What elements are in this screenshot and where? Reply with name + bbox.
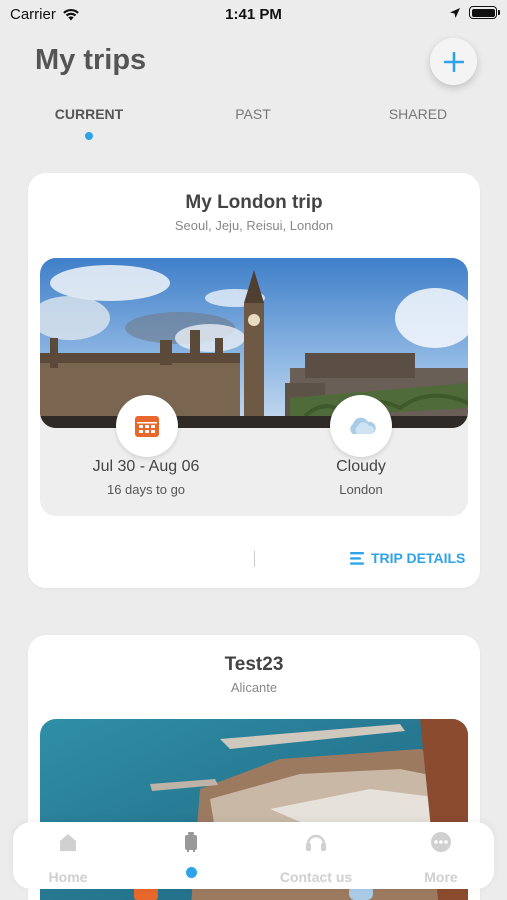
- trip-name: My London trip: [185, 192, 323, 213]
- trip-name: Test23: [224, 654, 284, 675]
- status-right: [449, 6, 500, 19]
- active-tab-indicator: [85, 132, 93, 140]
- clock: 1:41 PM: [225, 6, 282, 23]
- trip-dates: Jul 30 - Aug 06: [92, 458, 200, 475]
- status-bar: Carrier 1:41 PM: [0, 0, 507, 30]
- nav-trips[interactable]: [136, 830, 246, 878]
- weather-badge: [330, 395, 392, 457]
- nav-more[interactable]: More: [386, 830, 496, 885]
- headset-icon: [306, 834, 326, 851]
- bottom-nav: Home Contact us More: [13, 822, 494, 889]
- tab-past[interactable]: PAST: [193, 106, 313, 122]
- weather-location: London: [339, 482, 383, 497]
- london-skyline-photo: [40, 258, 468, 428]
- list-icon: [350, 551, 364, 565]
- trip-places: Seoul, Jeju, Reisui, London: [174, 218, 334, 233]
- nav-contact[interactable]: Contact us: [261, 830, 371, 885]
- trip-details-button[interactable]: TRIP DETAILS: [350, 550, 465, 566]
- nav-home-label: Home: [48, 869, 88, 885]
- card-divider: [254, 551, 255, 567]
- calendar-icon: [135, 416, 159, 437]
- trip-countdown: 16 days to go: [106, 482, 186, 497]
- location-arrow-icon: [450, 7, 460, 18]
- trip-tabs: CURRENT PAST SHARED: [0, 106, 507, 146]
- tab-shared[interactable]: SHARED: [358, 106, 478, 122]
- trip-places: Alicante: [230, 680, 278, 695]
- tab-current[interactable]: CURRENT: [29, 106, 149, 122]
- plus-icon: [443, 51, 464, 72]
- nav-contact-label: Contact us: [279, 869, 353, 885]
- trip-details-label: TRIP DETAILS: [371, 550, 466, 566]
- battery-icon: [469, 6, 500, 19]
- more-icon: [431, 832, 451, 852]
- active-nav-indicator: [185, 867, 197, 878]
- cloud-icon: [350, 417, 376, 434]
- trip-card-london[interactable]: My London trip Seoul, Jeju, Reisui, Lond…: [28, 173, 480, 588]
- add-trip-button[interactable]: [430, 38, 477, 85]
- nav-more-label: More: [424, 869, 458, 885]
- weather-condition: Cloudy: [336, 458, 386, 475]
- home-icon: [60, 834, 76, 851]
- calendar-badge: [116, 395, 178, 457]
- nav-home[interactable]: Home: [13, 830, 123, 885]
- page-title: My trips: [35, 44, 147, 76]
- luggage-icon: [185, 832, 197, 852]
